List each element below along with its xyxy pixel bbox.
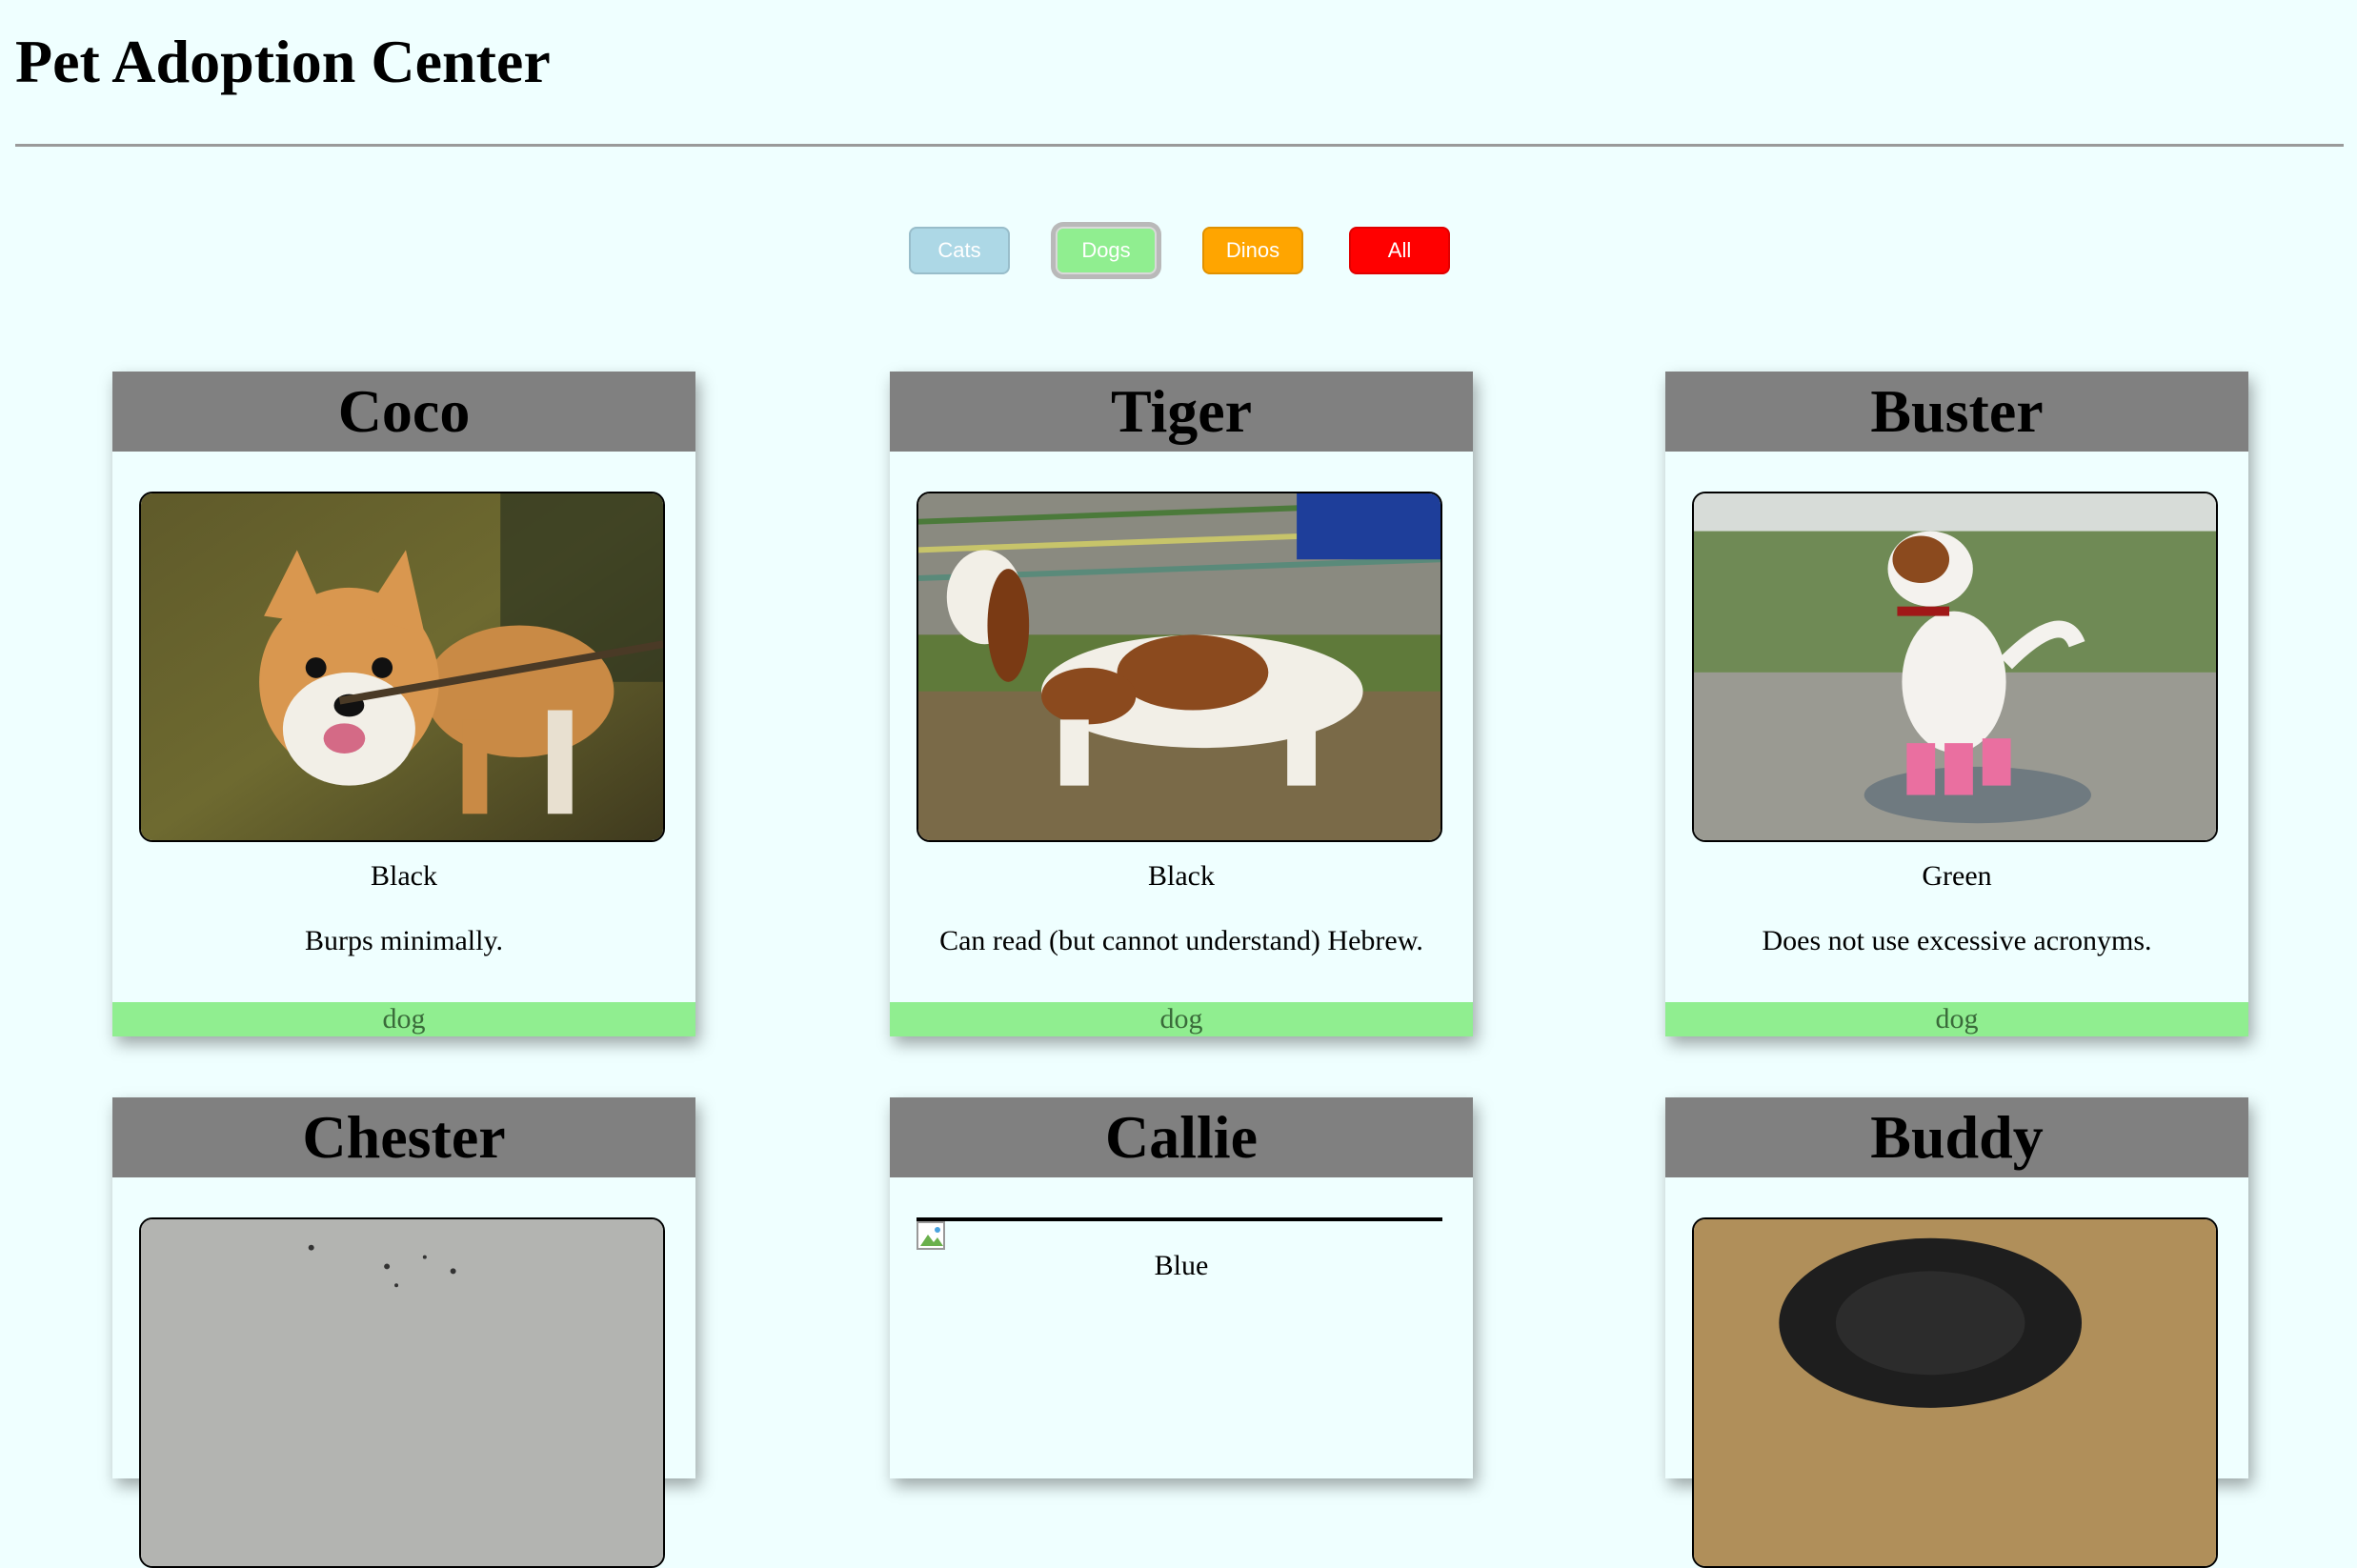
pet-card-chester: Chester (112, 1097, 695, 1568)
filter-dogs-button[interactable]: Dogs (1056, 227, 1157, 274)
pet-name: Chester (302, 1103, 506, 1171)
pet-color: Green (1922, 860, 1992, 892)
card-header: Callie (890, 1097, 1473, 1177)
concrete-wall-photo (139, 1217, 665, 1568)
pet-card-tiger: Tiger Black Can read (but cannot underst… (890, 372, 1473, 1036)
pet-photo-placeholder (917, 1217, 1442, 1221)
pet-description: Can read (but cannot understand) Hebrew. (939, 925, 1423, 956)
card-header: Buddy (1665, 1097, 2248, 1177)
pet-type-badge: dog (890, 1002, 1473, 1036)
pet-card-buster: Buster Green Does not use excessive acro… (1665, 372, 2248, 1036)
filter-all-button[interactable]: All (1349, 227, 1450, 274)
card-header: Coco (112, 372, 695, 452)
jack-russell-photo (1692, 492, 2218, 842)
corgi-photo (139, 492, 665, 842)
filter-dinos-button[interactable]: Dinos (1202, 227, 1303, 274)
card-header: Tiger (890, 372, 1473, 452)
pet-color: Black (371, 860, 437, 892)
pet-card-coco: Coco Black Burps minimally. dog (112, 372, 695, 1036)
pet-color: Black (1148, 860, 1215, 892)
card-header: Chester (112, 1097, 695, 1177)
pet-card-buddy: Buddy (1665, 1097, 2248, 1568)
pet-type-badge: dog (112, 1002, 695, 1036)
pet-color: Blue (1154, 1250, 1209, 1281)
filter-cats-button[interactable]: Cats (909, 227, 1010, 274)
header-divider (15, 144, 2344, 147)
black-dog-photo (1692, 1217, 2218, 1568)
pet-name: Callie (1105, 1103, 1258, 1171)
pet-name: Buster (1870, 377, 2044, 445)
pet-card-callie: Callie Blue (890, 1097, 1473, 1478)
pet-description: Burps minimally. (304, 925, 504, 956)
pet-name: Tiger (1110, 377, 1253, 445)
broken-image-icon (917, 1221, 947, 1252)
pet-name: Coco (337, 377, 471, 445)
card-header: Buster (1665, 372, 2248, 452)
pet-type-badge: dog (1665, 1002, 2248, 1036)
basset-hound-photo (917, 492, 1442, 842)
filter-bar: Cats Dogs Dinos All (907, 225, 1460, 280)
pet-name: Buddy (1870, 1103, 2044, 1171)
page-title: Pet Adoption Center (15, 28, 551, 95)
pet-description: Does not use excessive acronyms. (1762, 925, 2152, 956)
